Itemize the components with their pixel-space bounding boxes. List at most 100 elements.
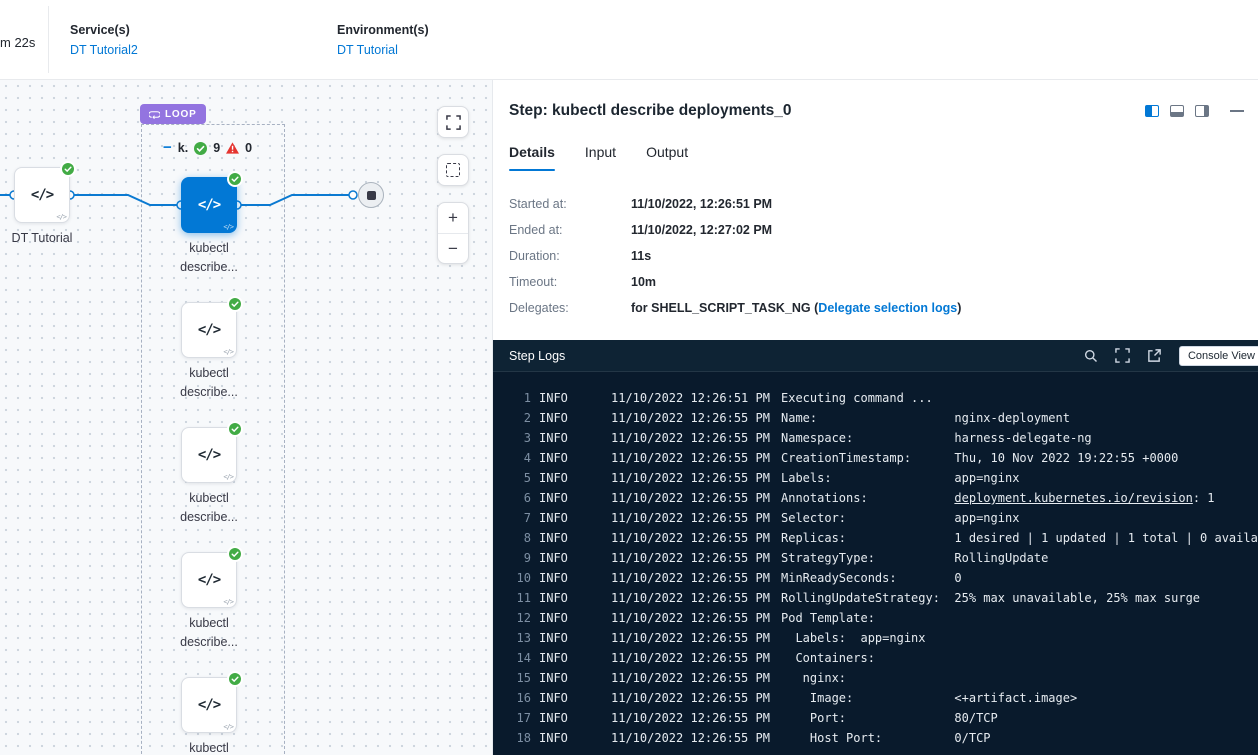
success-count: 9 (213, 141, 220, 155)
end-node[interactable] (358, 182, 384, 208)
step-node[interactable]: </> </> kubectl describe... (181, 177, 237, 233)
step-node[interactable]: </> </> kubectl describe... (181, 552, 237, 608)
log-message: Host Port: 0/TCP (781, 728, 991, 748)
panel-tabs: Details Input Output (493, 144, 1258, 171)
stop-icon (367, 191, 376, 200)
execution-topbar: m 22s Service(s) DT Tutorial2 Environmen… (0, 0, 1258, 80)
log-line-number: 11 (509, 588, 531, 608)
log-message: Labels: app=nginx (781, 628, 926, 648)
loop-badge[interactable]: LOOP (140, 104, 206, 124)
log-line: 13 INFO 11/10/2022 12:26:55 PM Labels: a… (493, 628, 1258, 648)
log-level: INFO (539, 528, 611, 548)
layout-right-view-button[interactable] (1195, 105, 1209, 117)
log-line: 15 INFO 11/10/2022 12:26:55 PM nginx: (493, 668, 1258, 688)
marquee-select-icon (446, 163, 460, 177)
log-level: INFO (539, 508, 611, 528)
layout-split-view-button[interactable] (1145, 105, 1159, 117)
detail-field-row: Delegates: for SHELL_SCRIPT_TASK_NG (Del… (509, 301, 1242, 315)
script-mini-icon: </> (223, 598, 233, 606)
log-level: INFO (539, 608, 611, 628)
log-line: 7 INFO 11/10/2022 12:26:55 PM Selector: … (493, 508, 1258, 528)
field-label: Timeout: (509, 275, 631, 289)
console-view-button[interactable]: Console View (1179, 346, 1258, 366)
log-line-number: 2 (509, 408, 531, 428)
environments-value-link[interactable]: DT Tutorial (337, 43, 429, 57)
log-line: 12 INFO 11/10/2022 12:26:55 PM Pod Templ… (493, 608, 1258, 628)
step-node-label: kubectl describe... (149, 364, 269, 402)
step-node[interactable]: </> </> kubectl describe... (181, 427, 237, 483)
zoom-in-button[interactable]: + (438, 203, 468, 234)
log-level: INFO (539, 648, 611, 668)
log-timestamp: 11/10/2022 12:26:55 PM (611, 608, 781, 628)
step-node[interactable]: </> </> kubectl describe... (181, 302, 237, 358)
field-value: 11/10/2022, 12:26:51 PM (631, 197, 772, 211)
search-icon[interactable] (1084, 349, 1098, 363)
fit-to-screen-button[interactable] (437, 106, 469, 138)
fullscreen-icon[interactable] (1115, 348, 1130, 363)
success-check-icon (60, 161, 76, 177)
panel-view-controls (1145, 105, 1244, 117)
log-timestamp: 11/10/2022 12:26:55 PM (611, 668, 781, 688)
script-mini-icon: </> (223, 223, 233, 231)
collapse-group-button[interactable]: − (163, 142, 172, 154)
zoom-out-button[interactable]: − (438, 234, 468, 264)
code-icon: </> (198, 322, 220, 338)
tab-input[interactable]: Input (585, 144, 616, 171)
log-timestamp: 11/10/2022 12:26:55 PM (611, 708, 781, 728)
marquee-select-button[interactable] (437, 154, 469, 186)
log-line-number: 10 (509, 568, 531, 588)
open-in-new-tab-icon[interactable] (1147, 348, 1162, 363)
log-line-number: 5 (509, 468, 531, 488)
layout-bottom-view-button[interactable] (1170, 105, 1184, 117)
code-icon: </> (198, 447, 220, 463)
step-node[interactable]: </> </> kubectl describe... (181, 677, 237, 733)
environments-block: Environment(s) DT Tutorial (337, 23, 429, 57)
field-value: 11s (631, 249, 651, 263)
delegate-selection-logs-link[interactable]: Delegate selection logs (818, 301, 957, 315)
log-line-number: 3 (509, 428, 531, 448)
group-name-label: k. (178, 141, 188, 155)
detail-field-row: Duration: 11s (509, 249, 1242, 263)
field-label: Started at: (509, 197, 631, 211)
minimize-panel-button[interactable] (1230, 110, 1244, 112)
step-logs-actions: Console View (1084, 346, 1258, 366)
log-line: 17 INFO 11/10/2022 12:26:55 PM Port: 80/… (493, 708, 1258, 728)
stage-node[interactable]: </> </> DT Tutorial (14, 167, 70, 223)
log-line-number: 15 (509, 668, 531, 688)
loop-badge-label: LOOP (165, 109, 197, 120)
script-mini-icon: </> (223, 348, 233, 356)
step-node-label: kubectl describe... (149, 739, 269, 755)
script-mini-icon: </> (223, 723, 233, 731)
log-line: 10 INFO 11/10/2022 12:26:55 PM MinReadyS… (493, 568, 1258, 588)
log-message: Containers: (781, 648, 875, 668)
log-line: 16 INFO 11/10/2022 12:26:55 PM Image: <+… (493, 688, 1258, 708)
log-line-number: 4 (509, 448, 531, 468)
log-line-number: 6 (509, 488, 531, 508)
step-node-label: kubectl describe... (149, 614, 269, 652)
log-line: 9 INFO 11/10/2022 12:26:55 PM StrategyTy… (493, 548, 1258, 568)
log-timestamp: 11/10/2022 12:26:55 PM (611, 648, 781, 668)
field-label: Ended at: (509, 223, 631, 237)
success-check-icon (227, 546, 243, 562)
step-details-fields: Started at: 11/10/2022, 12:26:51 PM Ende… (493, 171, 1258, 315)
log-line: 14 INFO 11/10/2022 12:26:55 PM Container… (493, 648, 1258, 668)
success-check-icon (227, 171, 243, 187)
log-message: Port: 80/TCP (781, 708, 998, 728)
log-hyperlink[interactable]: deployment.kubernetes.io/revision (954, 491, 1192, 505)
tab-details[interactable]: Details (509, 144, 555, 171)
services-value-link[interactable]: DT Tutorial2 (70, 43, 138, 57)
log-message: Namespace: harness-delegate-ng (781, 428, 1092, 448)
field-value: 10m (631, 275, 656, 289)
script-mini-icon: </> (223, 473, 233, 481)
log-level: INFO (539, 588, 611, 608)
tab-output[interactable]: Output (646, 144, 688, 171)
log-message: nginx: (781, 668, 846, 688)
stage-node-label: DT Tutorial (0, 231, 92, 245)
step-logs-header: Step Logs Console View (493, 340, 1258, 372)
log-timestamp: 11/10/2022 12:26:55 PM (611, 688, 781, 708)
code-icon: </> (198, 697, 220, 713)
log-timestamp: 11/10/2022 12:26:55 PM (611, 488, 781, 508)
code-icon: </> (31, 187, 53, 203)
script-mini-icon: </> (56, 213, 66, 221)
log-level: INFO (539, 468, 611, 488)
